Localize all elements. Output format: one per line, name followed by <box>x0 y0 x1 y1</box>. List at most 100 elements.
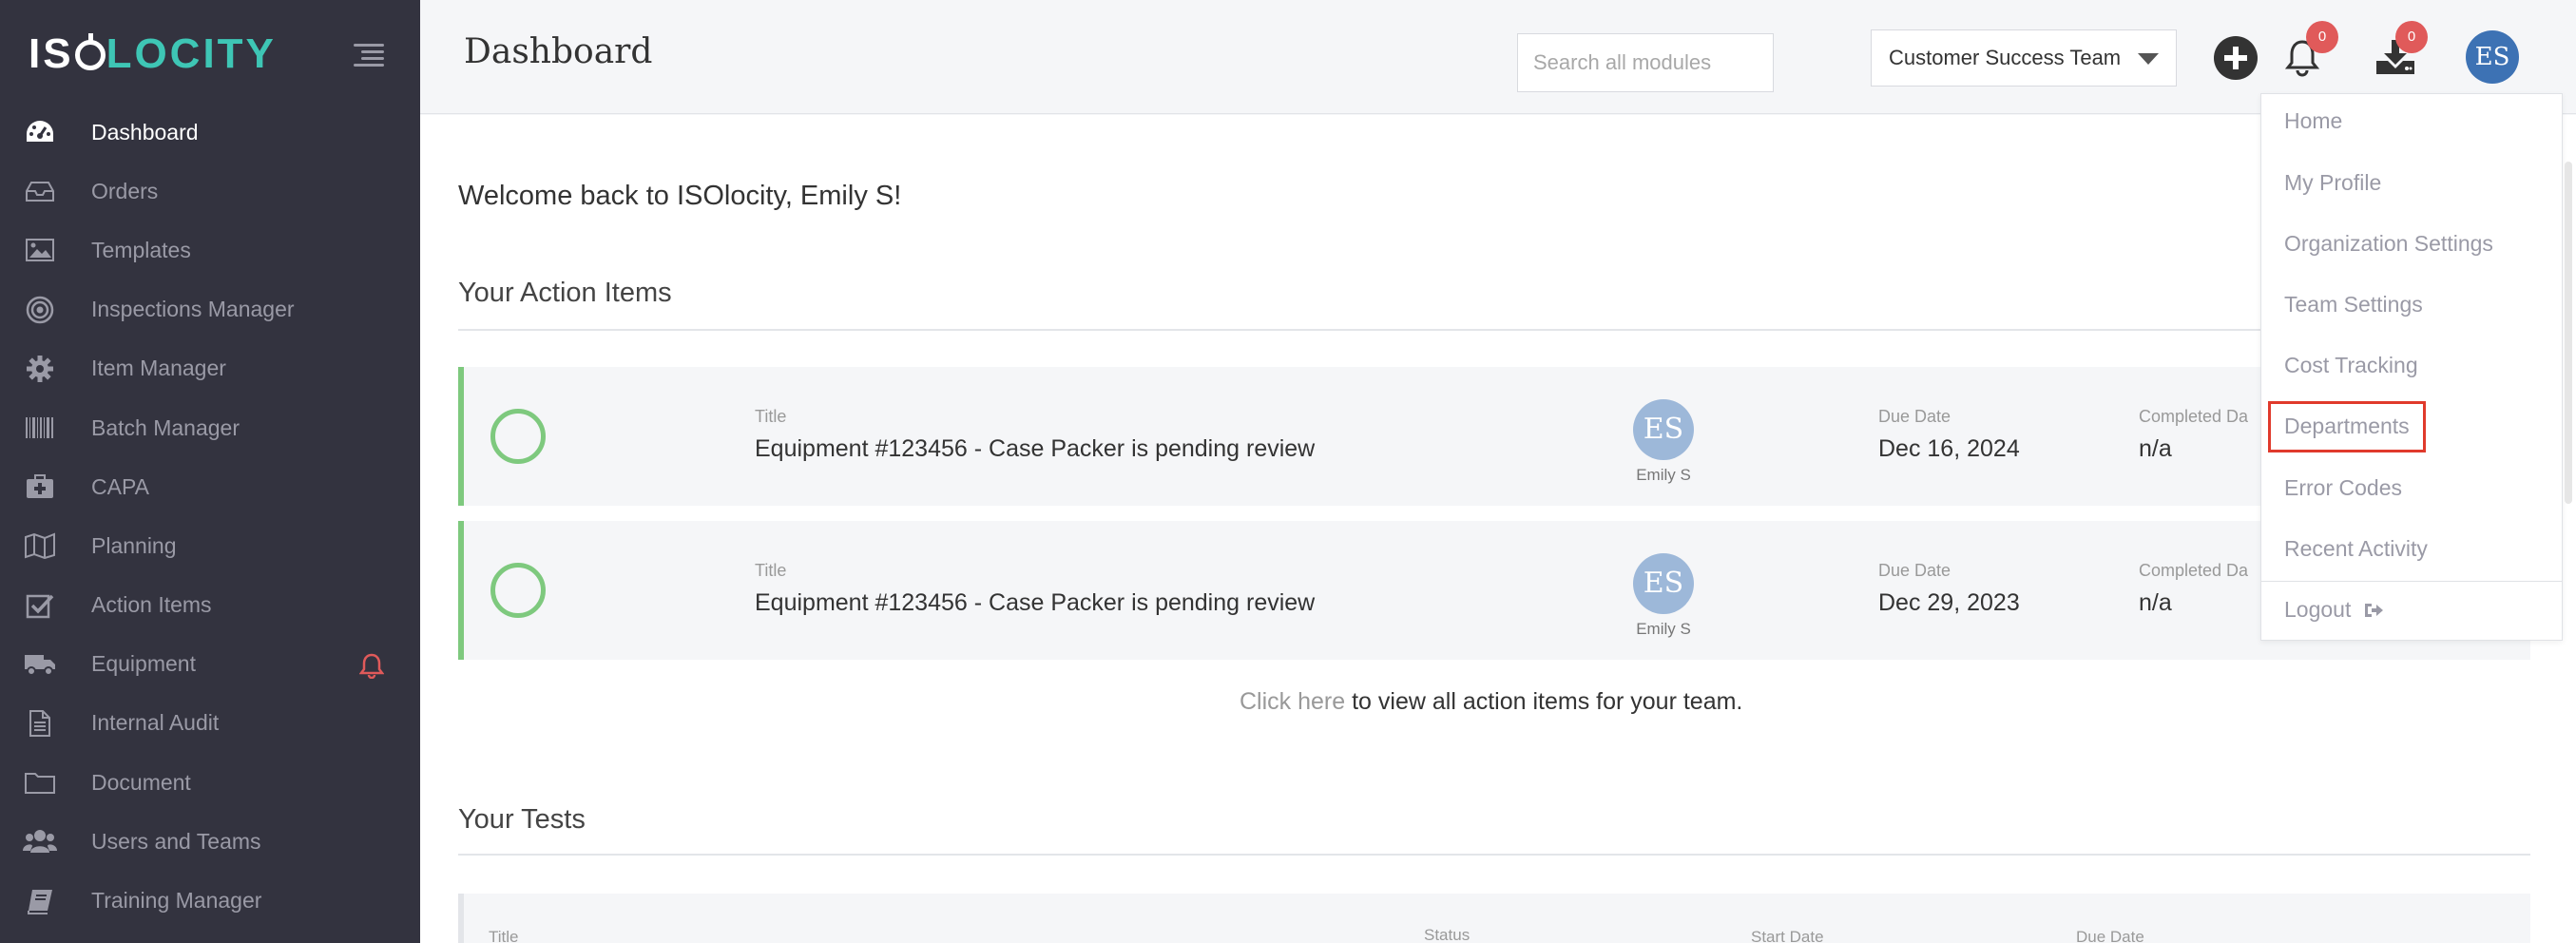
downloads-badge: 0 <box>2395 21 2428 53</box>
sidebar-item-label: Action Items <box>91 592 212 618</box>
menu-item-recent-activity[interactable]: Recent Activity <box>2284 536 2428 562</box>
menu-divider <box>2261 581 2562 582</box>
due-date-label: Due Date <box>1878 561 1951 580</box>
truck-icon <box>23 650 57 679</box>
sidebar-item-label: Users and Teams <box>91 828 261 854</box>
inbox-tray-icon <box>23 177 57 205</box>
divider <box>458 329 2530 331</box>
logo-text-locity: LOCITY <box>106 30 277 77</box>
sidebar-item-dashboard[interactable]: Dashboard <box>0 103 420 162</box>
notifications-badge: 0 <box>2306 21 2338 53</box>
menu-item-team-settings[interactable]: Team Settings <box>2284 292 2423 318</box>
sidebar-item-batch-manager[interactable]: Batch Manager <box>0 398 420 457</box>
sidebar-item-item-manager[interactable]: Item Manager <box>0 339 420 398</box>
sidebar-item-action-items[interactable]: Action Items <box>0 576 420 635</box>
menu-item-home[interactable]: Home <box>2284 108 2342 134</box>
user-dropdown-menu: Home My Profile Organization Settings Te… <box>2260 93 2563 641</box>
action-item-card[interactable]: Title Equipment #123456 - Case Packer is… <box>458 367 2530 506</box>
sidebar-item-inspections-manager[interactable]: Inspections Manager <box>0 280 420 339</box>
menu-item-cost-tracking[interactable]: Cost Tracking <box>2284 353 2418 378</box>
logo-power-icon <box>74 33 106 70</box>
completed-date-label: Completed Da <box>2139 407 2249 426</box>
column-header-start-date: Start Date <box>1751 928 1824 943</box>
completed-date-value: n/a <box>2139 435 2172 462</box>
book-icon <box>23 887 57 915</box>
page-scrollbar[interactable] <box>2565 162 2572 504</box>
page-title: Dashboard <box>464 32 653 71</box>
welcome-message: Welcome back to ISOlocity, Emily S! <box>458 181 902 211</box>
add-plus-button[interactable] <box>2214 36 2258 80</box>
column-header-status: Status <box>1424 926 1471 943</box>
sidebar-item-label: Planning <box>91 532 177 558</box>
sidebar-item-document[interactable]: Document <box>0 753 420 812</box>
sidebar-item-label: Orders <box>91 178 159 203</box>
check-square-icon <box>23 591 57 620</box>
action-item-title[interactable]: Equipment #123456 - Case Packer is pendi… <box>755 589 1315 617</box>
view-all-action-items: Click here to view all action items for … <box>1240 688 1742 716</box>
isolocity-logo[interactable]: IS LOCITY <box>29 30 277 78</box>
sidebar-item-capa[interactable]: CAPA <box>0 457 420 516</box>
sidebar-item-label: Batch Manager <box>91 414 240 440</box>
assignee-name: Emily S <box>1636 466 1691 484</box>
action-items-title: Your Action Items <box>458 278 672 308</box>
sidebar-item-templates[interactable]: Templates <box>0 221 420 279</box>
sidebar-nav: Dashboard Orders Templates Inspections M… <box>0 103 420 931</box>
column-header-title: Title <box>489 928 519 943</box>
status-circle-icon[interactable] <box>490 563 546 618</box>
sidebar-item-training-manager[interactable]: Training Manager <box>0 871 420 930</box>
assignee-name: Emily S <box>1636 620 1691 638</box>
completed-date-label: Completed Da <box>2139 561 2249 580</box>
equipment-alert-bell-icon[interactable] <box>358 652 385 683</box>
sidebar-item-label: Equipment <box>91 651 196 677</box>
user-avatar[interactable]: ES <box>2466 30 2519 84</box>
due-date-label: Due Date <box>1878 407 1951 426</box>
team-select-value: Customer Success Team <box>1889 46 2122 69</box>
sidebar-item-label: CAPA <box>91 473 149 499</box>
notifications-button[interactable]: 0 <box>2284 21 2338 78</box>
menu-item-my-profile[interactable]: My Profile <box>2284 170 2381 196</box>
click-here-link[interactable]: Click here <box>1240 688 1345 715</box>
team-select[interactable]: Customer Success Team <box>1871 29 2177 87</box>
logo-text-is: IS <box>29 30 74 77</box>
assignee-avatar: ES <box>1633 553 1694 614</box>
downloads-button[interactable]: 0 <box>2374 21 2428 78</box>
sidebar-item-label: Templates <box>91 237 191 262</box>
due-date-value: Dec 16, 2024 <box>1878 435 2020 462</box>
sidebar-item-label: Item Manager <box>91 356 226 381</box>
image-template-icon <box>23 236 57 264</box>
action-item-card[interactable]: Title Equipment #123456 - Case Packer is… <box>458 521 2530 660</box>
sidebar-item-label: Training Manager <box>91 888 262 914</box>
column-header-due-date: Due Date <box>2076 928 2144 943</box>
sidebar-item-users-and-teams[interactable]: Users and Teams <box>0 812 420 871</box>
title-label: Title <box>755 407 787 426</box>
title-label: Title <box>755 561 787 580</box>
status-circle-icon[interactable] <box>490 409 546 464</box>
sidebar-item-equipment[interactable]: Equipment <box>0 635 420 694</box>
sidebar-item-planning[interactable]: Planning <box>0 516 420 575</box>
menu-item-error-codes[interactable]: Error Codes <box>2284 475 2402 501</box>
sign-out-icon <box>2364 604 2383 617</box>
menu-item-logout[interactable]: Logout <box>2284 597 2384 623</box>
document-icon <box>23 709 57 738</box>
folder-icon <box>23 768 57 797</box>
assignee-avatar: ES <box>1633 399 1694 460</box>
sidebar-item-label: Dashboard <box>91 119 199 144</box>
dashboard-gauge-icon <box>23 118 57 146</box>
menu-toggle-icon[interactable] <box>354 44 384 67</box>
view-all-text: to view all action items for your team. <box>1345 688 1743 715</box>
sidebar-item-orders[interactable]: Orders <box>0 162 420 221</box>
medkit-icon <box>23 472 57 501</box>
sidebar: IS LOCITY Dashboard Orders Templates Ins… <box>0 0 420 943</box>
menu-item-departments[interactable]: Departments <box>2284 414 2410 439</box>
sidebar-item-internal-audit[interactable]: Internal Audit <box>0 694 420 753</box>
action-item-title[interactable]: Equipment #123456 - Case Packer is pendi… <box>755 435 1315 463</box>
gear-icon <box>23 355 57 383</box>
due-date-value: Dec 29, 2023 <box>1878 589 2020 616</box>
divider <box>458 854 2530 856</box>
map-icon <box>23 531 57 560</box>
search-input[interactable] <box>1517 33 1774 92</box>
sidebar-item-label: Internal Audit <box>91 710 220 736</box>
users-icon <box>23 827 57 856</box>
tests-table-header: Title Status Start Date Due Date <box>458 894 2530 943</box>
menu-item-organization-settings[interactable]: Organization Settings <box>2284 231 2493 257</box>
